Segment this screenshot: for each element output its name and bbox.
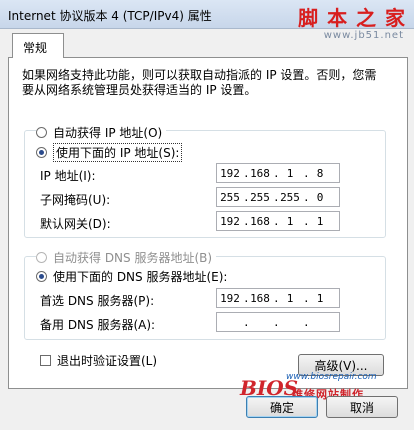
validate-label: 退出时验证设置(L) xyxy=(57,353,158,368)
gw-octet-3[interactable]: 1 xyxy=(277,215,303,228)
radio-auto-ip-circle[interactable] xyxy=(36,126,47,138)
mask-octet-2[interactable]: 255 xyxy=(247,191,273,204)
radio-auto-ip-label: 自动获得 IP 地址(O) xyxy=(53,125,163,140)
pdns-octet-2[interactable]: 168 xyxy=(247,292,273,305)
window-title: Internet 协议版本 4 (TCP/IPv4) 属性 xyxy=(8,9,212,23)
ip-octet-4[interactable]: 8 xyxy=(307,167,333,180)
cancel-button[interactable]: 取消 xyxy=(326,396,398,418)
watermark-site-name: 脚 本 之 家 xyxy=(298,6,406,30)
ip-octet-3[interactable]: 1 xyxy=(277,167,303,180)
radio-manual-dns-label: 使用下面的 DNS 服务器地址(E): xyxy=(53,269,228,284)
mask-octet-4[interactable]: 0 xyxy=(307,191,333,204)
radio-manual-ip-circle[interactable] xyxy=(36,146,47,158)
radio-auto-dns-circle[interactable] xyxy=(36,251,47,263)
radio-manual-ip[interactable]: 使用下面的 IP 地址(S): xyxy=(36,142,187,162)
gw-octet-2[interactable]: 168 xyxy=(247,215,273,228)
pdns-octet-1[interactable]: 192 xyxy=(217,292,243,305)
tab-general[interactable]: 常规 xyxy=(12,33,64,58)
alternate-dns-label: 备用 DNS 服务器(A): xyxy=(40,318,156,332)
gateway-field[interactable]: 192. 168. 1. 1 xyxy=(216,211,340,231)
tab-general-label: 常规 xyxy=(23,41,48,55)
radio-manual-dns-circle[interactable] xyxy=(36,270,47,282)
gw-octet-1[interactable]: 192 xyxy=(217,215,243,228)
radio-auto-dns-label: 自动获得 DNS 服务器地址(B) xyxy=(53,250,213,265)
pdns-octet-3[interactable]: 1 xyxy=(277,292,303,305)
gw-octet-4[interactable]: 1 xyxy=(307,215,333,228)
subnet-mask-field[interactable]: 255. 255. 255. 0 xyxy=(216,187,340,207)
ip-address-field[interactable]: 192. 168. 1. 8 xyxy=(216,163,340,183)
advanced-button-label: 高级(V)... xyxy=(314,358,368,373)
preferred-dns-field[interactable]: 192. 168. 1. 1 xyxy=(216,288,340,308)
ip-octet-2[interactable]: 168 xyxy=(247,167,273,180)
gateway-label: 默认网关(D): xyxy=(40,217,111,231)
radio-manual-ip-label: 使用下面的 IP 地址(S): xyxy=(53,142,183,162)
ok-button[interactable]: 确定 xyxy=(246,396,318,418)
validate-checkbox[interactable] xyxy=(40,354,51,366)
mask-octet-1[interactable]: 255 xyxy=(217,191,243,204)
pdns-octet-4[interactable]: 1 xyxy=(307,292,333,305)
alternate-dns-field[interactable]: . . . xyxy=(216,312,340,332)
ok-button-label: 确定 xyxy=(269,400,294,415)
watermark-site-url: www.jb51.net xyxy=(323,30,404,41)
title-bar[interactable]: Internet 协议版本 4 (TCP/IPv4) 属性 脚 本 之 家 xyxy=(0,0,414,30)
radio-auto-ip[interactable]: 自动获得 IP 地址(O) xyxy=(36,124,167,140)
radio-auto-dns[interactable]: 自动获得 DNS 服务器地址(B) xyxy=(36,249,217,265)
radio-manual-dns[interactable]: 使用下面的 DNS 服务器地址(E): xyxy=(36,268,232,284)
subnet-mask-label: 子网掩码(U): xyxy=(40,193,111,207)
ip-octet-1[interactable]: 192 xyxy=(217,167,243,180)
bios-watermark-url: www.biosrepair.com xyxy=(286,372,377,382)
validate-on-exit[interactable]: 退出时验证设置(L) xyxy=(40,352,157,368)
preferred-dns-label: 首选 DNS 服务器(P): xyxy=(40,294,155,308)
description-text: 如果网络支持此功能，则可以获取自动指派的 IP 设置。否则，您需要从网络系统管理… xyxy=(22,68,377,97)
mask-octet-3[interactable]: 255 xyxy=(277,191,303,204)
cancel-button-label: 取消 xyxy=(349,400,374,415)
ip-address-label: IP 地址(I): xyxy=(40,169,96,183)
